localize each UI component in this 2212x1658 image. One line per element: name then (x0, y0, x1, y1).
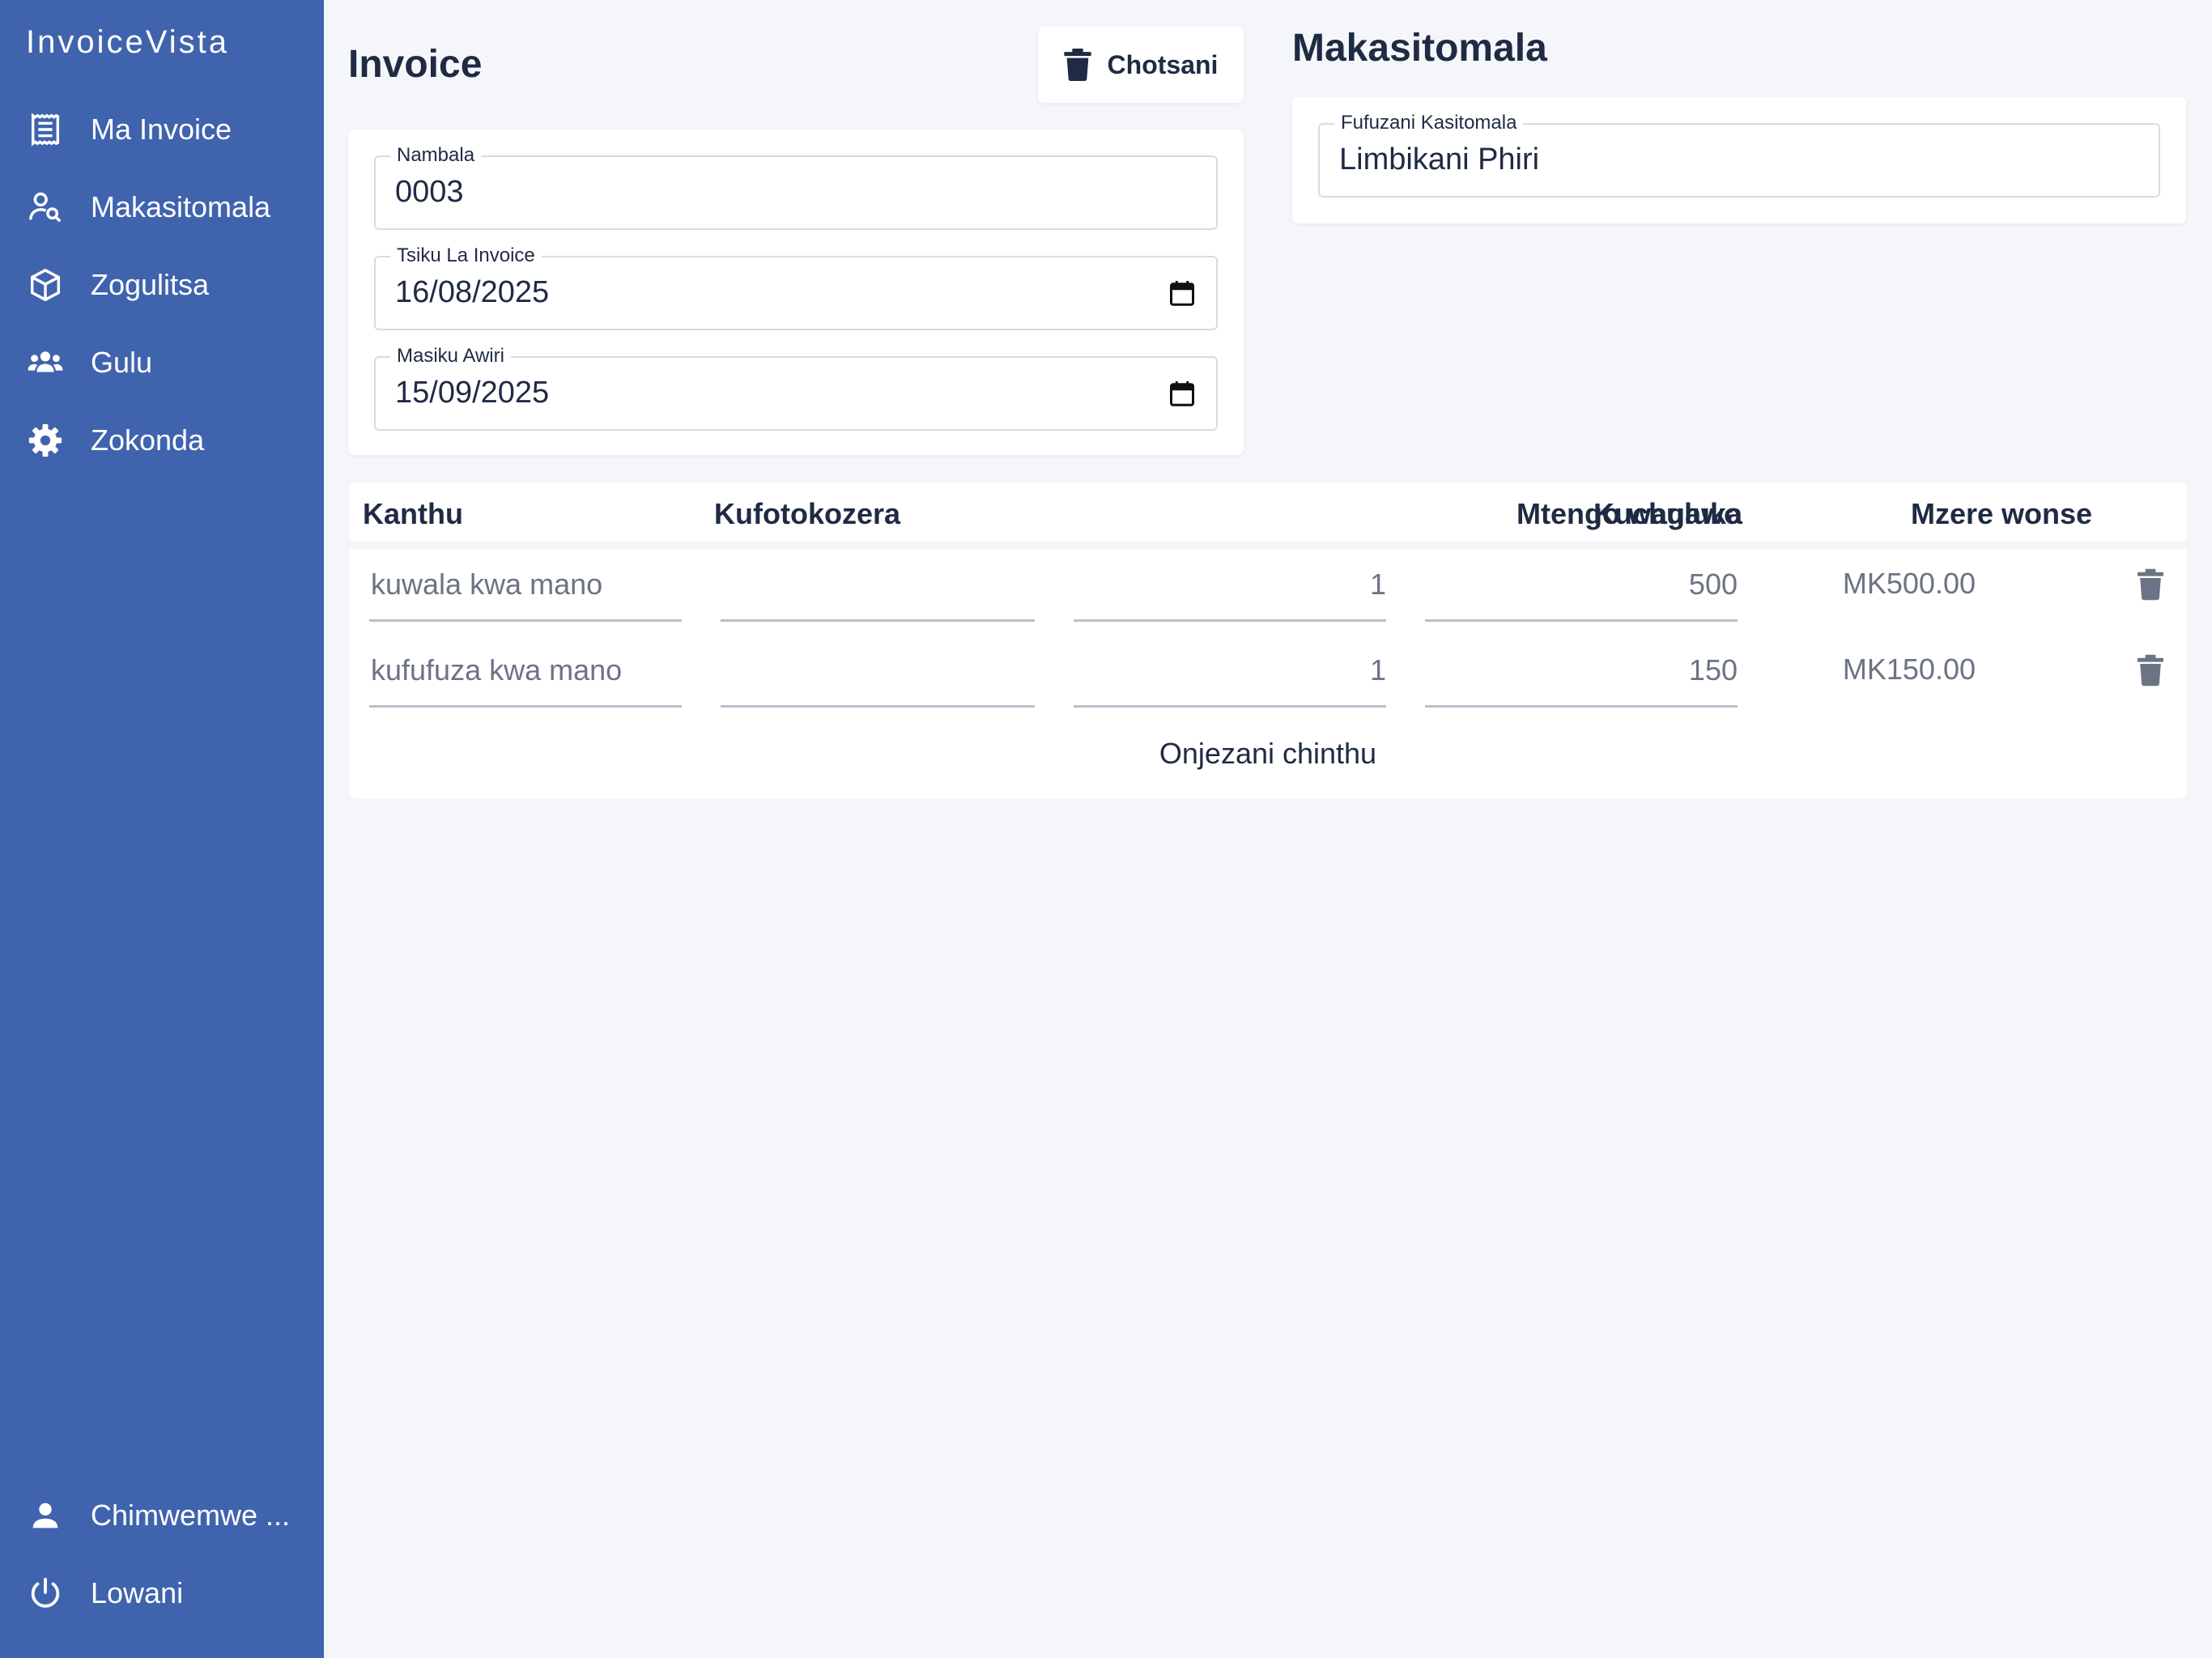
delete-row-icon[interactable] (2138, 568, 2163, 601)
line-total: MK150.00 (1842, 653, 1976, 686)
description-input[interactable] (721, 635, 1035, 708)
column-header-item: Kanthu (363, 497, 463, 530)
sidebar-item-team[interactable]: Gulu (0, 330, 324, 395)
gear-icon (26, 421, 65, 460)
calendar-icon[interactable] (1168, 278, 1197, 308)
trash-icon (1063, 49, 1091, 81)
field-value: 15/09/2025 (395, 376, 550, 410)
sidebar-item-products[interactable]: Zogulitsa (0, 253, 324, 317)
unit-price-input[interactable]: 500 (1425, 549, 1738, 622)
group-icon (26, 343, 65, 382)
delete-invoice-button[interactable]: Chotsani (1038, 27, 1244, 103)
sidebar-item-customers[interactable]: Makasitomala (0, 175, 324, 240)
sidebar-item-label: Ma Invoice (91, 113, 232, 146)
sidebar-item-label: Makasitomala (91, 190, 271, 223)
field-label: Nambala (390, 144, 482, 167)
add-item-button[interactable]: Onjezani chinthu (350, 737, 2186, 771)
field-label: Fufuzani Kasitomala (1334, 112, 1524, 134)
due-date-field[interactable]: Masiku Awiri 15/09/2025 (374, 345, 1218, 431)
sidebar-item-invoices[interactable]: Ma Invoice (0, 97, 324, 162)
field-label: Masiku Awiri (390, 345, 511, 368)
column-header-total: Mzere wonse (1911, 497, 2093, 530)
unit-price-input[interactable]: 150 (1425, 635, 1738, 708)
customer-card: Fufuzani Kasitomala Limbikani Phiri (1292, 97, 2186, 223)
sidebar-item-label: Gulu (91, 346, 153, 379)
sidebar-logout[interactable]: Lowani (0, 1561, 324, 1626)
person-icon (26, 1496, 65, 1535)
column-header-description: Kufotokozera (714, 497, 901, 530)
item-input[interactable]: kufufuza kwa mano (369, 635, 682, 708)
column-header-unit-price: Mtengo wagawo (1516, 497, 1742, 530)
user-name: Chimwemwe ... (91, 1499, 291, 1532)
field-value: 16/08/2025 (395, 275, 550, 309)
delete-row-icon[interactable] (2138, 654, 2163, 687)
line-total: MK500.00 (1842, 567, 1976, 600)
sidebar-user[interactable]: Chimwemwe ... (0, 1483, 324, 1548)
sidebar-item-label: Zogulitsa (91, 268, 210, 301)
receipt-icon (26, 110, 65, 149)
sidebar-item-settings[interactable]: Zokonda (0, 408, 324, 473)
sidebar-item-label: Zokonda (91, 423, 205, 457)
item-input[interactable]: kuwala kwa mano (369, 549, 682, 622)
invoice-number-field[interactable]: Nambala 0003 (374, 144, 1218, 230)
person-search-icon (26, 188, 65, 227)
quantity-input[interactable]: 1 (1074, 549, 1386, 622)
table-body: kuwala kwa mano 1 500 MK500.00 kufufuza … (350, 549, 2186, 798)
sidebar: InvoiceVista Ma Invoice Makasitomala Zog… (0, 0, 324, 1658)
description-input[interactable] (721, 549, 1035, 622)
quantity-input[interactable]: 1 (1074, 635, 1386, 708)
customer-title: Makasitomala (1292, 27, 1547, 70)
table-header: Kanthu Kufotokozera Kuchuluka Mtengo wag… (350, 483, 2186, 541)
logout-label: Lowani (91, 1576, 184, 1609)
calendar-icon[interactable] (1168, 379, 1197, 408)
app-root: InvoiceVista Ma Invoice Makasitomala Zog… (0, 0, 2212, 1658)
page-title: Invoice (348, 43, 483, 86)
field-value: Limbikani Phiri (1339, 142, 1540, 176)
invoice-date-field[interactable]: Tsiku La Invoice 16/08/2025 (374, 244, 1218, 330)
invoice-details-card: Nambala 0003 Tsiku La Invoice 16/08/2025… (348, 130, 1244, 455)
customer-search-field[interactable]: Fufuzani Kasitomala Limbikani Phiri (1318, 112, 2160, 198)
delete-invoice-label: Chotsani (1107, 49, 1219, 79)
field-value: 0003 (395, 175, 464, 209)
power-icon (26, 1574, 65, 1613)
app-brand: InvoiceVista (26, 24, 229, 60)
field-label: Tsiku La Invoice (390, 244, 542, 267)
box-icon (26, 266, 65, 304)
